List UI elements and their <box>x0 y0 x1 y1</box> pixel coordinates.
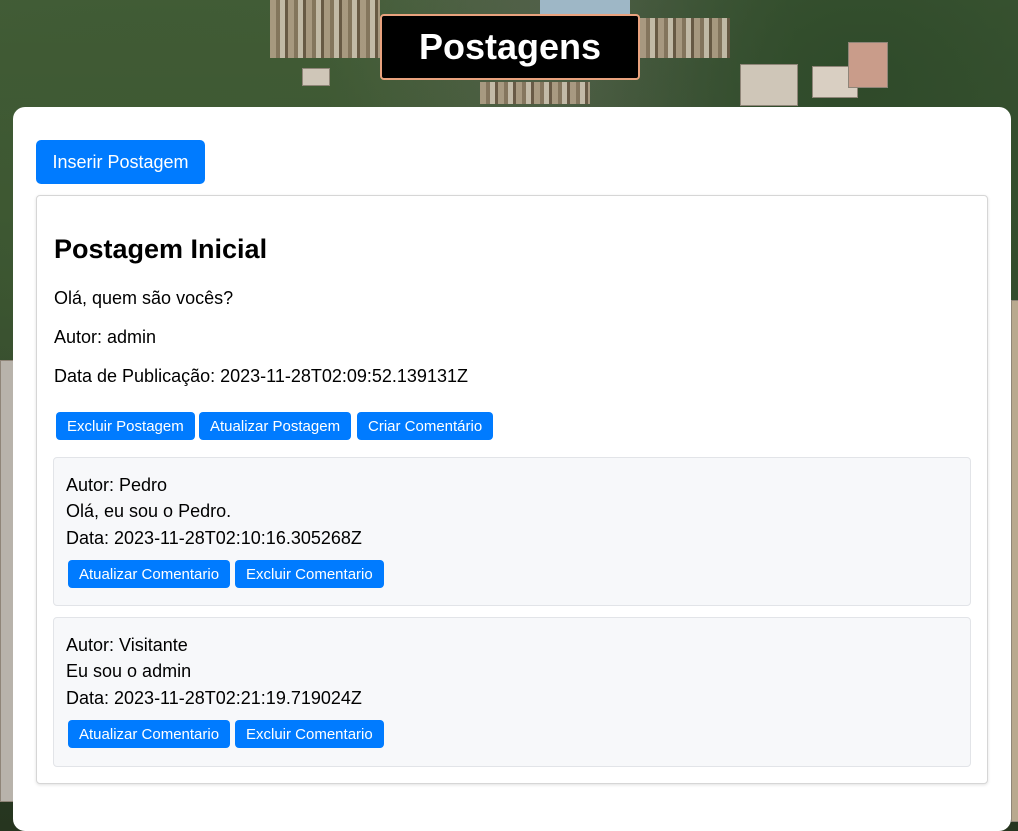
background-houses-center <box>480 82 590 104</box>
post-card: Postagem Inicial Olá, quem são vocês? Au… <box>36 195 988 784</box>
comment-card: Autor: Visitante Eu sou o admin Data: 20… <box>53 617 971 767</box>
comment-author: Autor: Visitante <box>66 635 188 655</box>
comment-text: Eu sou o admin <box>66 661 192 681</box>
delete-comment-button[interactable]: Excluir Comentario <box>235 560 384 588</box>
delete-post-button[interactable]: Excluir Postagem <box>56 412 195 440</box>
background-building-1 <box>740 64 798 106</box>
insert-post-button[interactable]: Inserir Postagem <box>36 140 205 184</box>
background-building-4 <box>302 68 330 86</box>
comment-date: Data: 2023-11-28T02:10:16.305268Z <box>66 528 362 548</box>
background-building-3 <box>848 42 888 88</box>
comment-text: Olá, eu sou o Pedro. <box>66 501 232 521</box>
comment-date: Data: 2023-11-28T02:21:19.719024Z <box>66 688 362 708</box>
comment-author: Autor: Pedro <box>66 475 168 495</box>
post-content: Olá, quem são vocês? <box>54 288 234 308</box>
main-panel: Inserir Postagem Postagem Inicial Olá, q… <box>13 107 1011 831</box>
background-houses-right <box>640 18 730 58</box>
post-title: Postagem Inicial <box>54 234 268 264</box>
background-building-left-edge <box>0 360 14 802</box>
post-author: Autor: admin <box>54 327 157 347</box>
page-title: Postagens <box>380 14 640 80</box>
update-comment-button[interactable]: Atualizar Comentario <box>68 720 231 748</box>
create-comment-button[interactable]: Criar Comentário <box>357 412 494 440</box>
background-houses-left <box>270 0 380 58</box>
update-comment-button[interactable]: Atualizar Comentario <box>68 560 231 588</box>
update-post-button[interactable]: Atualizar Postagem <box>199 412 352 440</box>
background-sky <box>540 0 630 14</box>
delete-comment-button[interactable]: Excluir Comentario <box>235 720 384 748</box>
comment-card: Autor: Pedro Olá, eu sou o Pedro. Data: … <box>53 457 971 606</box>
post-date: Data de Publicação: 2023-11-28T02:09:52.… <box>54 366 468 386</box>
background-building-right-edge <box>1011 300 1018 822</box>
